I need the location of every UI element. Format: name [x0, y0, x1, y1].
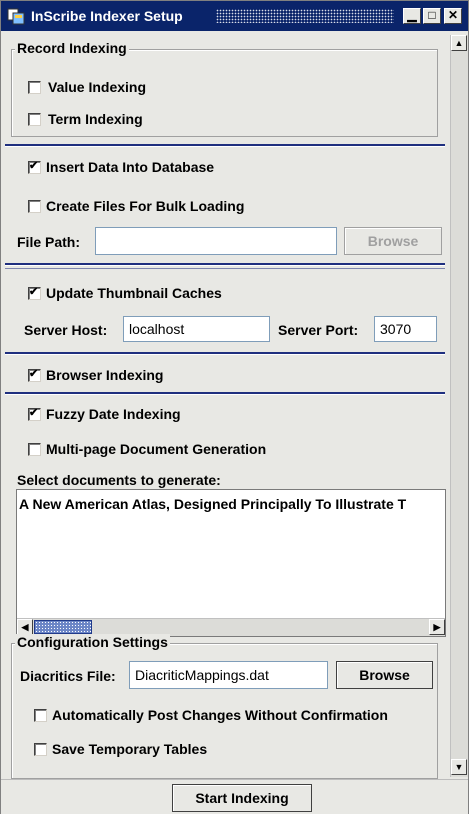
- start-indexing-button[interactable]: Start Indexing: [172, 784, 312, 812]
- value-indexing-label: Value Indexing: [48, 79, 147, 95]
- update-thumbnail-checkbox[interactable]: [28, 285, 41, 300]
- maximize-icon: □: [428, 8, 436, 22]
- scroll-up-button[interactable]: ▲: [451, 35, 467, 51]
- separator: [5, 263, 445, 266]
- minimize-icon: ▁: [407, 8, 417, 22]
- vertical-scrollbar[interactable]: ▲ ▼: [450, 35, 468, 777]
- term-indexing-checkbox[interactable]: [28, 113, 41, 126]
- scroll-down-button[interactable]: ▼: [451, 759, 467, 775]
- multipage-checkbox[interactable]: [28, 443, 41, 456]
- save-temp-checkbox[interactable]: [34, 743, 47, 756]
- server-host-input[interactable]: localhost: [123, 316, 270, 342]
- diacritics-input[interactable]: DiacriticMappings.dat: [129, 661, 328, 689]
- scroll-thumb[interactable]: [34, 620, 92, 634]
- server-port-label: Server Port:: [278, 322, 359, 338]
- scroll-left-button[interactable]: ◀: [17, 619, 33, 635]
- server-port-input[interactable]: 3070: [374, 316, 437, 342]
- term-indexing-label: Term Indexing: [48, 111, 143, 127]
- update-thumbnail-label: Update Thumbnail Caches: [46, 285, 222, 301]
- fuzzy-date-label: Fuzzy Date Indexing: [46, 406, 181, 422]
- list-item[interactable]: A New American Atlas, Designed Principal…: [19, 496, 406, 512]
- diacritics-browse-button[interactable]: Browse: [336, 661, 433, 689]
- file-path-input[interactable]: [95, 227, 337, 255]
- arrow-left-icon: ◀: [21, 622, 29, 632]
- fuzzy-date-checkbox[interactable]: [28, 406, 41, 421]
- select-documents-label: Select documents to generate:: [17, 472, 221, 488]
- setup-window: InScribe Indexer Setup ▁ □ ✕ Record Inde…: [0, 0, 469, 814]
- minimize-button[interactable]: ▁: [403, 8, 421, 24]
- arrow-up-icon: ▲: [454, 38, 464, 48]
- title-grip: [216, 9, 394, 23]
- close-icon: ✕: [447, 8, 459, 22]
- maximize-button[interactable]: □: [423, 8, 441, 24]
- server-host-label: Server Host:: [24, 322, 108, 338]
- bulk-loading-checkbox[interactable]: [28, 200, 41, 213]
- file-path-label: File Path:: [17, 234, 81, 250]
- separator: [5, 352, 445, 355]
- document-list[interactable]: A New American Atlas, Designed Principal…: [16, 489, 446, 637]
- title-bar[interactable]: InScribe Indexer Setup ▁ □ ✕: [1, 1, 468, 31]
- browser-indexing-checkbox[interactable]: [28, 367, 41, 382]
- file-browse-button[interactable]: Browse: [344, 227, 442, 255]
- arrow-down-icon: ▼: [454, 762, 464, 772]
- separator: [5, 268, 445, 269]
- scroll-right-button[interactable]: ▶: [429, 619, 445, 635]
- bulk-loading-label: Create Files For Bulk Loading: [46, 198, 245, 214]
- auto-post-checkbox[interactable]: [34, 709, 47, 722]
- close-button[interactable]: ✕: [444, 8, 462, 24]
- app-icon: [7, 8, 25, 25]
- arrow-right-icon: ▶: [433, 622, 441, 632]
- browser-indexing-label: Browser Indexing: [46, 367, 164, 383]
- separator: [5, 392, 445, 395]
- value-indexing-checkbox[interactable]: [28, 81, 41, 94]
- separator: [5, 144, 445, 147]
- footer-bar: Start Indexing: [1, 779, 468, 814]
- insert-data-checkbox[interactable]: [28, 159, 41, 174]
- horizontal-scrollbar[interactable]: ◀ ▶: [17, 618, 445, 636]
- insert-data-label: Insert Data Into Database: [46, 159, 215, 175]
- window-title: InScribe Indexer Setup: [31, 8, 183, 24]
- record-indexing-legend: Record Indexing: [15, 40, 129, 56]
- multipage-label: Multi-page Document Generation: [46, 441, 267, 457]
